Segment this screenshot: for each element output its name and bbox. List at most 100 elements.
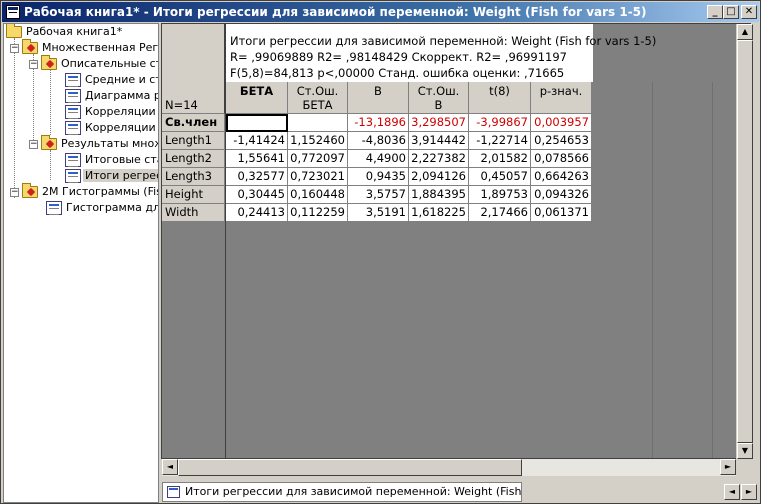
table-cell[interactable]: 3,5757 xyxy=(348,186,409,204)
folder-icon xyxy=(22,39,38,54)
table-cell[interactable]: -1,41424 xyxy=(226,132,288,150)
table-cell[interactable]: 2,094126 xyxy=(409,168,469,186)
tab-label: Итоги регрессии для зависимой переменной… xyxy=(185,485,522,498)
table-cell[interactable]: 0,723021 xyxy=(288,168,348,186)
window-title: Рабочая книга1* - Итоги регрессии для за… xyxy=(24,5,647,19)
tree-item-regression-summary[interactable]: Итоги регрессии xyxy=(65,168,158,184)
table-cell[interactable]: 0,254653 xyxy=(531,132,592,150)
row-header[interactable]: Св.член xyxy=(162,114,224,132)
minimize-button[interactable]: _ xyxy=(707,5,723,19)
spreadsheet-icon xyxy=(65,73,81,87)
table-cell[interactable]: 2,17466 xyxy=(469,204,531,222)
row-header[interactable]: Height xyxy=(162,186,224,204)
table-cell[interactable]: 0,30445 xyxy=(226,186,288,204)
table-cell[interactable] xyxy=(226,114,288,132)
sheet-stats-line: R= ,99069889 R2= ,98148429 Скоррект. R2=… xyxy=(230,50,567,64)
tree-item-histogram[interactable]: Гистограмма для xyxy=(46,200,158,216)
table-cell[interactable]: -13,1896 xyxy=(348,114,409,132)
app-icon xyxy=(6,5,20,19)
close-button[interactable]: ✕ xyxy=(741,5,757,19)
collapse-icon[interactable]: − xyxy=(10,44,19,53)
tree-item-descriptive[interactable]: Описательные статистики xyxy=(41,55,158,72)
tree-item-means[interactable]: Средние и ст. откл. xyxy=(65,72,158,88)
table-cell[interactable]: 3,5191 xyxy=(348,204,409,222)
table-cell[interactable] xyxy=(288,114,348,132)
table-cell[interactable]: 3,914442 xyxy=(409,132,469,150)
collapse-icon[interactable]: − xyxy=(10,188,19,197)
table-cell[interactable]: 0,32577 xyxy=(226,168,288,186)
tab-scroll-left-button[interactable]: ◄ xyxy=(724,484,740,500)
row-header[interactable]: Length3 xyxy=(162,168,224,186)
spreadsheet-icon xyxy=(65,169,81,183)
tree-item-histograms[interactable]: 2М Гистограммы (Fish) xyxy=(22,183,158,200)
row-header[interactable]: Length1 xyxy=(162,132,224,150)
collapse-icon[interactable]: − xyxy=(29,140,38,149)
tree-item-scatterplot[interactable]: Диаграмма рассеяния xyxy=(65,88,158,104)
table-cell[interactable]: 0,078566 xyxy=(531,150,592,168)
tree-item-correlations-1[interactable]: Корреляции (Fish) xyxy=(65,104,158,120)
document-tabbar: Итоги регрессии для зависимой переменной… xyxy=(162,481,760,503)
title-bar[interactable]: Рабочая книга1* - Итоги регрессии для за… xyxy=(2,2,759,22)
col-header-t[interactable]: t(8) xyxy=(469,82,531,114)
tab-regression-summary[interactable]: Итоги регрессии для зависимой переменной… xyxy=(162,482,522,502)
table-cell[interactable]: 1,884395 xyxy=(409,186,469,204)
tab-scroll-right-button[interactable]: ► xyxy=(741,484,757,500)
col-header-se-b[interactable]: Ст.Ош. B xyxy=(409,82,469,114)
table-cell[interactable]: 3,298507 xyxy=(409,114,469,132)
col-header-b[interactable]: B xyxy=(348,82,409,114)
table-cell[interactable]: 0,160448 xyxy=(288,186,348,204)
maximize-button[interactable]: □ xyxy=(723,5,739,19)
collapse-icon[interactable]: − xyxy=(29,60,38,69)
n-label: N=14 xyxy=(165,98,198,112)
col-header-se-beta[interactable]: Ст.Ош. БЕТА xyxy=(288,82,348,114)
table-cell[interactable]: 4,4900 xyxy=(348,150,409,168)
scroll-left-button[interactable]: ◄ xyxy=(162,459,178,475)
horizontal-scrollbar[interactable]: ◄ ► xyxy=(162,459,736,476)
sheet-header: Итоги регрессии для зависимой переменной… xyxy=(162,24,656,82)
table-cell[interactable]: 1,618225 xyxy=(409,204,469,222)
corner-cell: N=14 xyxy=(162,24,225,114)
col-header-beta[interactable]: БЕТА xyxy=(226,82,288,114)
graph-icon xyxy=(46,201,62,215)
table-cell[interactable]: -1,22714 xyxy=(469,132,531,150)
table-cell[interactable]: 0,772097 xyxy=(288,150,348,168)
table-cell[interactable]: 0,45057 xyxy=(469,168,531,186)
vertical-scrollbar[interactable]: ▲ ▼ xyxy=(736,24,753,459)
table-cell[interactable]: 2,01582 xyxy=(469,150,531,168)
scroll-right-button[interactable]: ► xyxy=(720,459,736,475)
main-window: Рабочая книга1* - Итоги регрессии для за… xyxy=(0,0,761,504)
spreadsheet-icon xyxy=(167,486,180,498)
sheet-fstat-line: F(5,8)=84,813 p<,00000 Станд. ошибка оце… xyxy=(230,66,565,80)
scroll-down-button[interactable]: ▼ xyxy=(737,443,753,459)
tree-item-summary-stats[interactable]: Итоговые статистики xyxy=(65,152,158,168)
tree-root[interactable]: Рабочая книга1* xyxy=(6,24,122,40)
folder-icon xyxy=(6,24,22,38)
tree-item-correlations-2[interactable]: Корреляции (Fish) xyxy=(65,120,158,136)
table-cell[interactable]: 1,89753 xyxy=(469,186,531,204)
tree-item-multiple-regression[interactable]: Множественная Регрессия xyxy=(22,39,158,56)
scroll-thumb[interactable] xyxy=(737,40,753,443)
results-spreadsheet: Итоги регрессии для зависимой переменной… xyxy=(161,23,751,459)
table-cell[interactable]: 0,112259 xyxy=(288,204,348,222)
col-header-p[interactable]: p-знач. xyxy=(531,82,592,114)
hscroll-thumb[interactable] xyxy=(178,459,522,476)
table-cell[interactable]: 0,094326 xyxy=(531,186,592,204)
tree-item-results[interactable]: Результаты множественной регрессии xyxy=(41,135,158,152)
table-cell[interactable]: 0,664263 xyxy=(531,168,592,186)
row-header[interactable]: Width xyxy=(162,204,224,222)
spreadsheet-icon xyxy=(65,153,81,167)
table-cell[interactable]: 0,061371 xyxy=(531,204,592,222)
table-cell[interactable]: 0,24413 xyxy=(226,204,288,222)
table-cell[interactable]: 2,227382 xyxy=(409,150,469,168)
spreadsheet-icon xyxy=(65,105,81,119)
table-cell[interactable]: 1,55641 xyxy=(226,150,288,168)
row-header[interactable]: Length2 xyxy=(162,150,224,168)
table-cell[interactable]: 1,152460 xyxy=(288,132,348,150)
table-cell[interactable]: 0,003957 xyxy=(531,114,592,132)
table-cell[interactable]: 0,9435 xyxy=(348,168,409,186)
folder-icon xyxy=(41,135,57,150)
table-cell[interactable]: -4,8036 xyxy=(348,132,409,150)
scroll-up-button[interactable]: ▲ xyxy=(737,24,753,40)
spreadsheet-icon xyxy=(65,121,81,135)
table-cell[interactable]: -3,99867 xyxy=(469,114,531,132)
